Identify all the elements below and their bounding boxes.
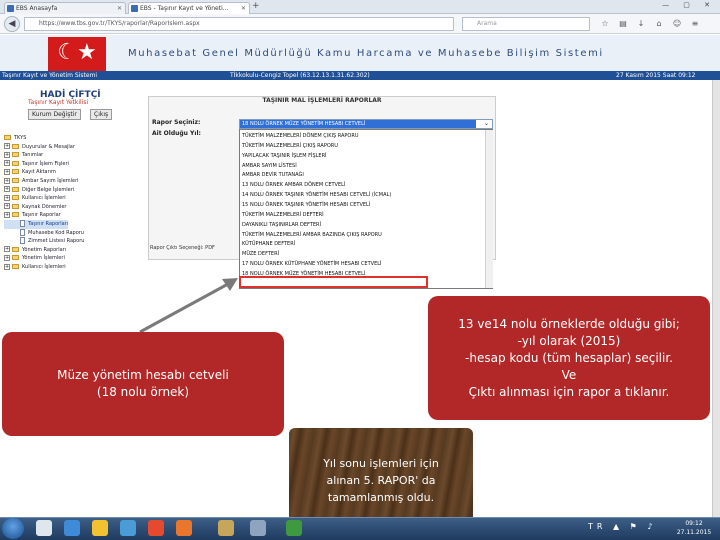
archive-icon[interactable] xyxy=(218,520,234,536)
explorer-icon[interactable] xyxy=(36,520,52,536)
app-icon[interactable] xyxy=(250,520,266,536)
callout-right-text: 13 ve14 nolu örneklerde olduğu gibi; -yı… xyxy=(458,316,680,399)
summary-callout-text: Yıl sonu işlemleri için alınan 5. RAPOR'… xyxy=(323,456,439,504)
callout-right: 13 ve14 nolu örneklerde olduğu gibi; -yı… xyxy=(428,296,710,420)
clock[interactable]: 09:12 27.11.2015 xyxy=(672,519,716,537)
clock-time: 09:12 xyxy=(685,520,703,527)
chrome-icon[interactable] xyxy=(148,520,164,536)
system-tray[interactable]: TR ▲ ⚑ ♪ xyxy=(588,522,657,531)
media-player-icon[interactable] xyxy=(120,520,136,536)
start-button[interactable] xyxy=(2,518,24,539)
firefox-icon[interactable] xyxy=(176,520,192,536)
callout-left-text: Müze yönetim hesabı cetveli (18 nolu örn… xyxy=(57,368,229,399)
callout-left: Müze yönetim hesabı cetveli (18 nolu örn… xyxy=(2,332,284,436)
ie-icon[interactable] xyxy=(64,520,80,536)
folder-icon[interactable] xyxy=(92,520,108,536)
clock-date: 27.11.2015 xyxy=(676,529,712,536)
excel-icon[interactable] xyxy=(286,520,302,536)
arrow-line xyxy=(139,282,229,334)
